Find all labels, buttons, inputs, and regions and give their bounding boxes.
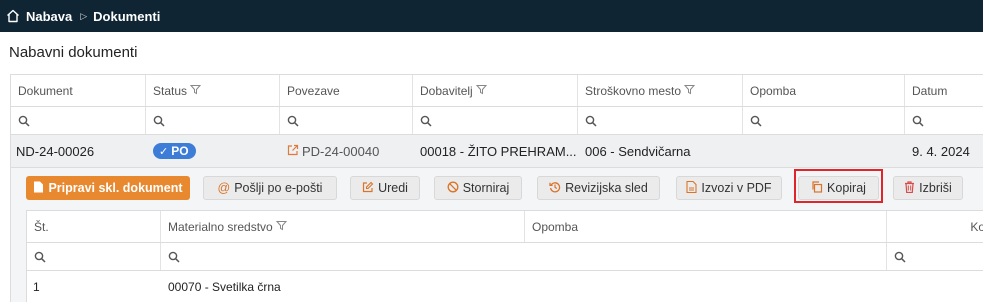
pripravi-skl-dokument-button[interactable]: Pripravi skl. dokument <box>26 176 190 200</box>
col-header-dobavitelj[interactable]: Dobavitelj <box>413 75 578 106</box>
edit-icon <box>362 181 374 196</box>
izvozi-v-pdf-button[interactable]: Izvozi v PDF <box>676 176 782 200</box>
pdf-file-icon <box>686 180 697 196</box>
cell-stroskovno-mesto: 006 - Sendvičarna <box>585 143 691 159</box>
linked-document-link[interactable]: PD-24-00040 <box>287 144 379 159</box>
breadcrumb-nabava[interactable]: Nabava <box>26 9 72 24</box>
col-header-status[interactable]: Status <box>146 75 280 106</box>
triangle-right-icon: ▷ <box>80 10 88 21</box>
subgrid-header: Št. Materialno sredstvo Opomba Ko <box>27 211 983 243</box>
documents-grid: Dokument Status Povezave Dobavitelj Stro… <box>10 74 983 302</box>
col-header-st[interactable]: Št. <box>27 211 161 242</box>
status-badge: ✓ PO <box>153 143 196 159</box>
cell-st: 1 <box>33 280 40 294</box>
copy-icon <box>811 180 823 196</box>
table-row[interactable]: ND-24-00026 ✓ PO PD-24-00040 00018 - ŽITO… <box>11 135 983 168</box>
filter-funnel-icon[interactable] <box>683 84 696 98</box>
home-icon[interactable] <box>6 9 20 23</box>
grid-header: Dokument Status Povezave Dobavitelj Stro… <box>11 75 983 107</box>
check-icon: ✓ <box>159 145 169 158</box>
topbar: Nabava ▷ Dokumenti <box>0 0 983 32</box>
col-header-povezave[interactable]: Povezave <box>280 75 413 106</box>
trash-icon <box>904 180 915 196</box>
col-header-opomba[interactable]: Opomba <box>525 211 887 242</box>
search-icon[interactable] <box>413 107 578 134</box>
kopiraj-button[interactable]: Kopiraj <box>798 176 879 200</box>
storniraj-button[interactable]: Storniraj <box>434 176 522 200</box>
col-header-stroskovno-mesto[interactable]: Stroškovno mesto <box>578 75 743 106</box>
filter-funnel-icon[interactable] <box>475 84 487 98</box>
search-icon[interactable] <box>743 107 905 134</box>
search-icon[interactable] <box>161 243 887 270</box>
poslji-po-eposti-button[interactable]: @ Pošlji po e-pošti <box>203 176 337 200</box>
page-title: Nabavni dokumenti <box>9 44 138 61</box>
cell-opomba <box>743 135 905 167</box>
at-sign-icon: @ <box>217 181 231 195</box>
col-header-opomba[interactable]: Opomba <box>743 75 905 106</box>
search-icon[interactable] <box>27 243 161 270</box>
external-link-icon <box>287 144 299 159</box>
breadcrumb-dokumenti: Dokumenti <box>93 8 161 24</box>
filter-funnel-icon[interactable] <box>275 220 287 234</box>
search-icon[interactable] <box>905 107 983 134</box>
search-icon[interactable] <box>11 107 146 134</box>
col-header-dokument[interactable]: Dokument <box>11 75 146 106</box>
col-header-materialno-sredstvo[interactable]: Materialno sredstvo <box>161 211 525 242</box>
cell-dokument: ND-24-00026 <box>16 143 95 159</box>
cell-dobavitelj: 00018 - ŽITO PREHRAM... <box>420 143 577 159</box>
filter-funnel-icon[interactable] <box>189 84 202 98</box>
history-icon <box>549 181 561 196</box>
search-icon[interactable] <box>887 243 983 270</box>
search-icon[interactable] <box>280 107 413 134</box>
cell-datum: 9. 4. 2024 <box>912 143 970 159</box>
grid-filter-row <box>11 107 983 135</box>
ban-icon <box>447 181 459 196</box>
col-header-kolicina[interactable]: Ko <box>887 211 983 242</box>
cell-material: 00070 - Svetilka črna <box>168 280 281 294</box>
subgrid-filter-row <box>27 243 983 271</box>
items-subgrid: Št. Materialno sredstvo Opomba Ko 1 0007… <box>26 210 983 302</box>
search-icon[interactable] <box>146 107 280 134</box>
revizijska-sled-button[interactable]: Revizijska sled <box>537 176 660 200</box>
cell-povezave: PD-24-00040 <box>280 135 413 167</box>
search-icon[interactable] <box>578 107 743 134</box>
row-detail-panel: Pripravi skl. dokument @ Pošlji po e-poš… <box>11 168 983 302</box>
document-icon <box>33 181 44 196</box>
uredi-button[interactable]: Uredi <box>350 176 420 200</box>
col-header-datum[interactable]: Datum <box>905 75 983 106</box>
cell-status: ✓ PO <box>146 135 280 167</box>
izbrisi-button[interactable]: Izbriši <box>893 176 963 200</box>
table-row[interactable]: 1 00070 - Svetilka črna <box>27 271 983 302</box>
